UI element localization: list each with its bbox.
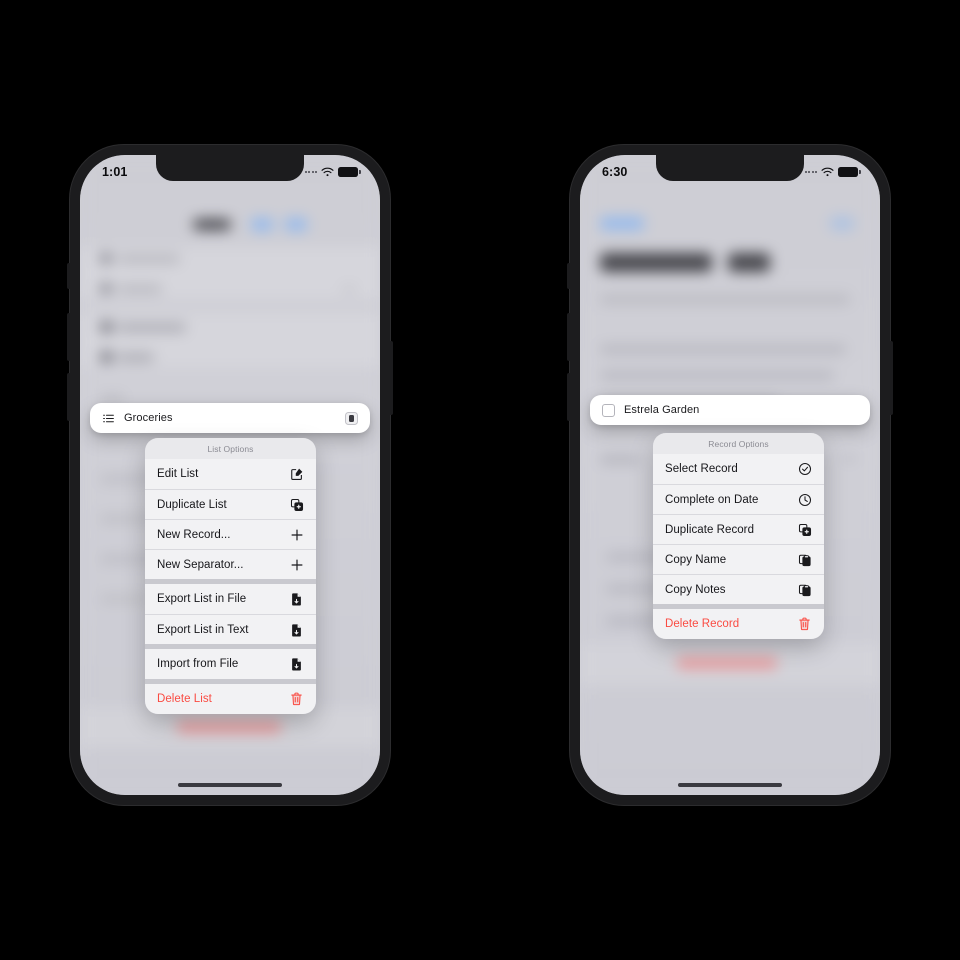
menu-group: Delete Record (653, 609, 824, 639)
menu-group: Edit List Duplicate List New Record... N… (145, 459, 316, 579)
volume-down-button[interactable] (567, 373, 571, 421)
menu-item-duplicate-record[interactable]: Duplicate Record (653, 514, 824, 544)
menu-item-label: Delete List (157, 693, 212, 705)
menu-item-duplicate-list[interactable]: Duplicate List (145, 489, 316, 519)
clipboard-icon (797, 582, 812, 597)
context-menu-title: List Options (145, 438, 316, 459)
menu-item-label: Edit List (157, 468, 199, 480)
notch (656, 155, 804, 181)
check-circle-icon (797, 462, 812, 477)
list-badge-icon[interactable] (345, 411, 358, 425)
record-options-phone: 6:30 Estrela Garden Record Options Selec… (567, 145, 893, 805)
duplicate-plus-icon (289, 497, 304, 512)
plus-icon (289, 557, 304, 572)
menu-item-delete-list[interactable]: Delete List (145, 684, 316, 714)
status-time: 6:30 (602, 165, 628, 179)
trash-icon (289, 692, 304, 707)
menu-item-label: Select Record (665, 463, 738, 475)
notch (156, 155, 304, 181)
menu-item-label: Complete on Date (665, 493, 759, 506)
duplicate-plus-icon (797, 522, 812, 537)
menu-item-label: Copy Notes (665, 583, 726, 596)
context-menu: List Options Edit List Duplicate List Ne… (145, 438, 316, 714)
pencil-square-icon (289, 467, 304, 482)
plus-icon (289, 527, 304, 542)
checkbox-unchecked-icon[interactable] (602, 403, 615, 417)
menu-item-select-record[interactable]: Select Record (653, 454, 824, 484)
estrela-garden-record-row[interactable]: Estrela Garden (590, 395, 870, 425)
menu-group: Export List in File Export List in Text (145, 584, 316, 644)
wifi-icon (321, 167, 334, 177)
menu-item-label: Export List in Text (157, 623, 249, 636)
context-menu: Record Options Select Record Complete on… (653, 433, 824, 639)
menu-item-label: Duplicate List (157, 498, 227, 511)
status-time: 1:01 (102, 165, 128, 179)
home-indicator[interactable] (178, 783, 282, 787)
phone-screen: 1:01 Groceries List Options Edit List Du… (80, 155, 380, 795)
power-button[interactable] (889, 341, 893, 415)
clipboard-icon (797, 552, 812, 567)
list-options-phone: 1:01 Groceries List Options Edit List Du… (67, 145, 393, 805)
groceries-list-row[interactable]: Groceries (90, 403, 370, 433)
document-arrow-icon (289, 657, 304, 672)
menu-item-export-list-in-text[interactable]: Export List in Text (145, 614, 316, 644)
wifi-icon (821, 167, 834, 177)
power-button[interactable] (389, 341, 393, 415)
menu-item-copy-notes[interactable]: Copy Notes (653, 574, 824, 604)
menu-item-new-separator[interactable]: New Separator... (145, 549, 316, 579)
trash-icon (797, 617, 812, 632)
menu-group: Select Record Complete on Date Duplicate… (653, 454, 824, 604)
menu-item-export-list-in-file[interactable]: Export List in File (145, 584, 316, 614)
mute-switch[interactable] (567, 263, 571, 289)
mute-switch[interactable] (67, 263, 71, 289)
menu-item-label: Export List in File (157, 593, 247, 605)
clock-icon (797, 492, 812, 507)
lifted-row-label: Estrela Garden (624, 404, 700, 416)
battery-full-icon (338, 167, 361, 177)
menu-item-label: Copy Name (665, 553, 727, 566)
battery-full-icon (838, 167, 861, 177)
volume-up-button[interactable] (67, 313, 71, 361)
volume-down-button[interactable] (67, 373, 71, 421)
menu-item-label: New Record... (157, 528, 231, 541)
screenshot-canvas: 1:01 Groceries List Options Edit List Du… (0, 0, 960, 960)
menu-item-label: New Separator... (157, 558, 244, 571)
menu-group: Delete List (145, 684, 316, 714)
lifted-row-label: Groceries (124, 412, 173, 424)
cellular-dots-icon (304, 171, 317, 173)
menu-item-label: Delete Record (665, 618, 740, 630)
home-indicator[interactable] (678, 783, 782, 787)
menu-item-edit-list[interactable]: Edit List (145, 459, 316, 489)
list-bullet-icon (102, 412, 115, 425)
volume-up-button[interactable] (567, 313, 571, 361)
menu-item-import-from-file[interactable]: Import from File (145, 649, 316, 679)
menu-group: Import from File (145, 649, 316, 679)
menu-item-copy-name[interactable]: Copy Name (653, 544, 824, 574)
cellular-dots-icon (804, 171, 817, 173)
document-arrow-icon (289, 592, 304, 607)
menu-item-delete-record[interactable]: Delete Record (653, 609, 824, 639)
document-arrow-icon (289, 622, 304, 637)
menu-item-label: Duplicate Record (665, 523, 755, 536)
context-menu-title: Record Options (653, 433, 824, 454)
menu-item-complete-on-date[interactable]: Complete on Date (653, 484, 824, 514)
phone-screen: 6:30 Estrela Garden Record Options Selec… (580, 155, 880, 795)
menu-item-new-record[interactable]: New Record... (145, 519, 316, 549)
menu-item-label: Import from File (157, 658, 239, 670)
